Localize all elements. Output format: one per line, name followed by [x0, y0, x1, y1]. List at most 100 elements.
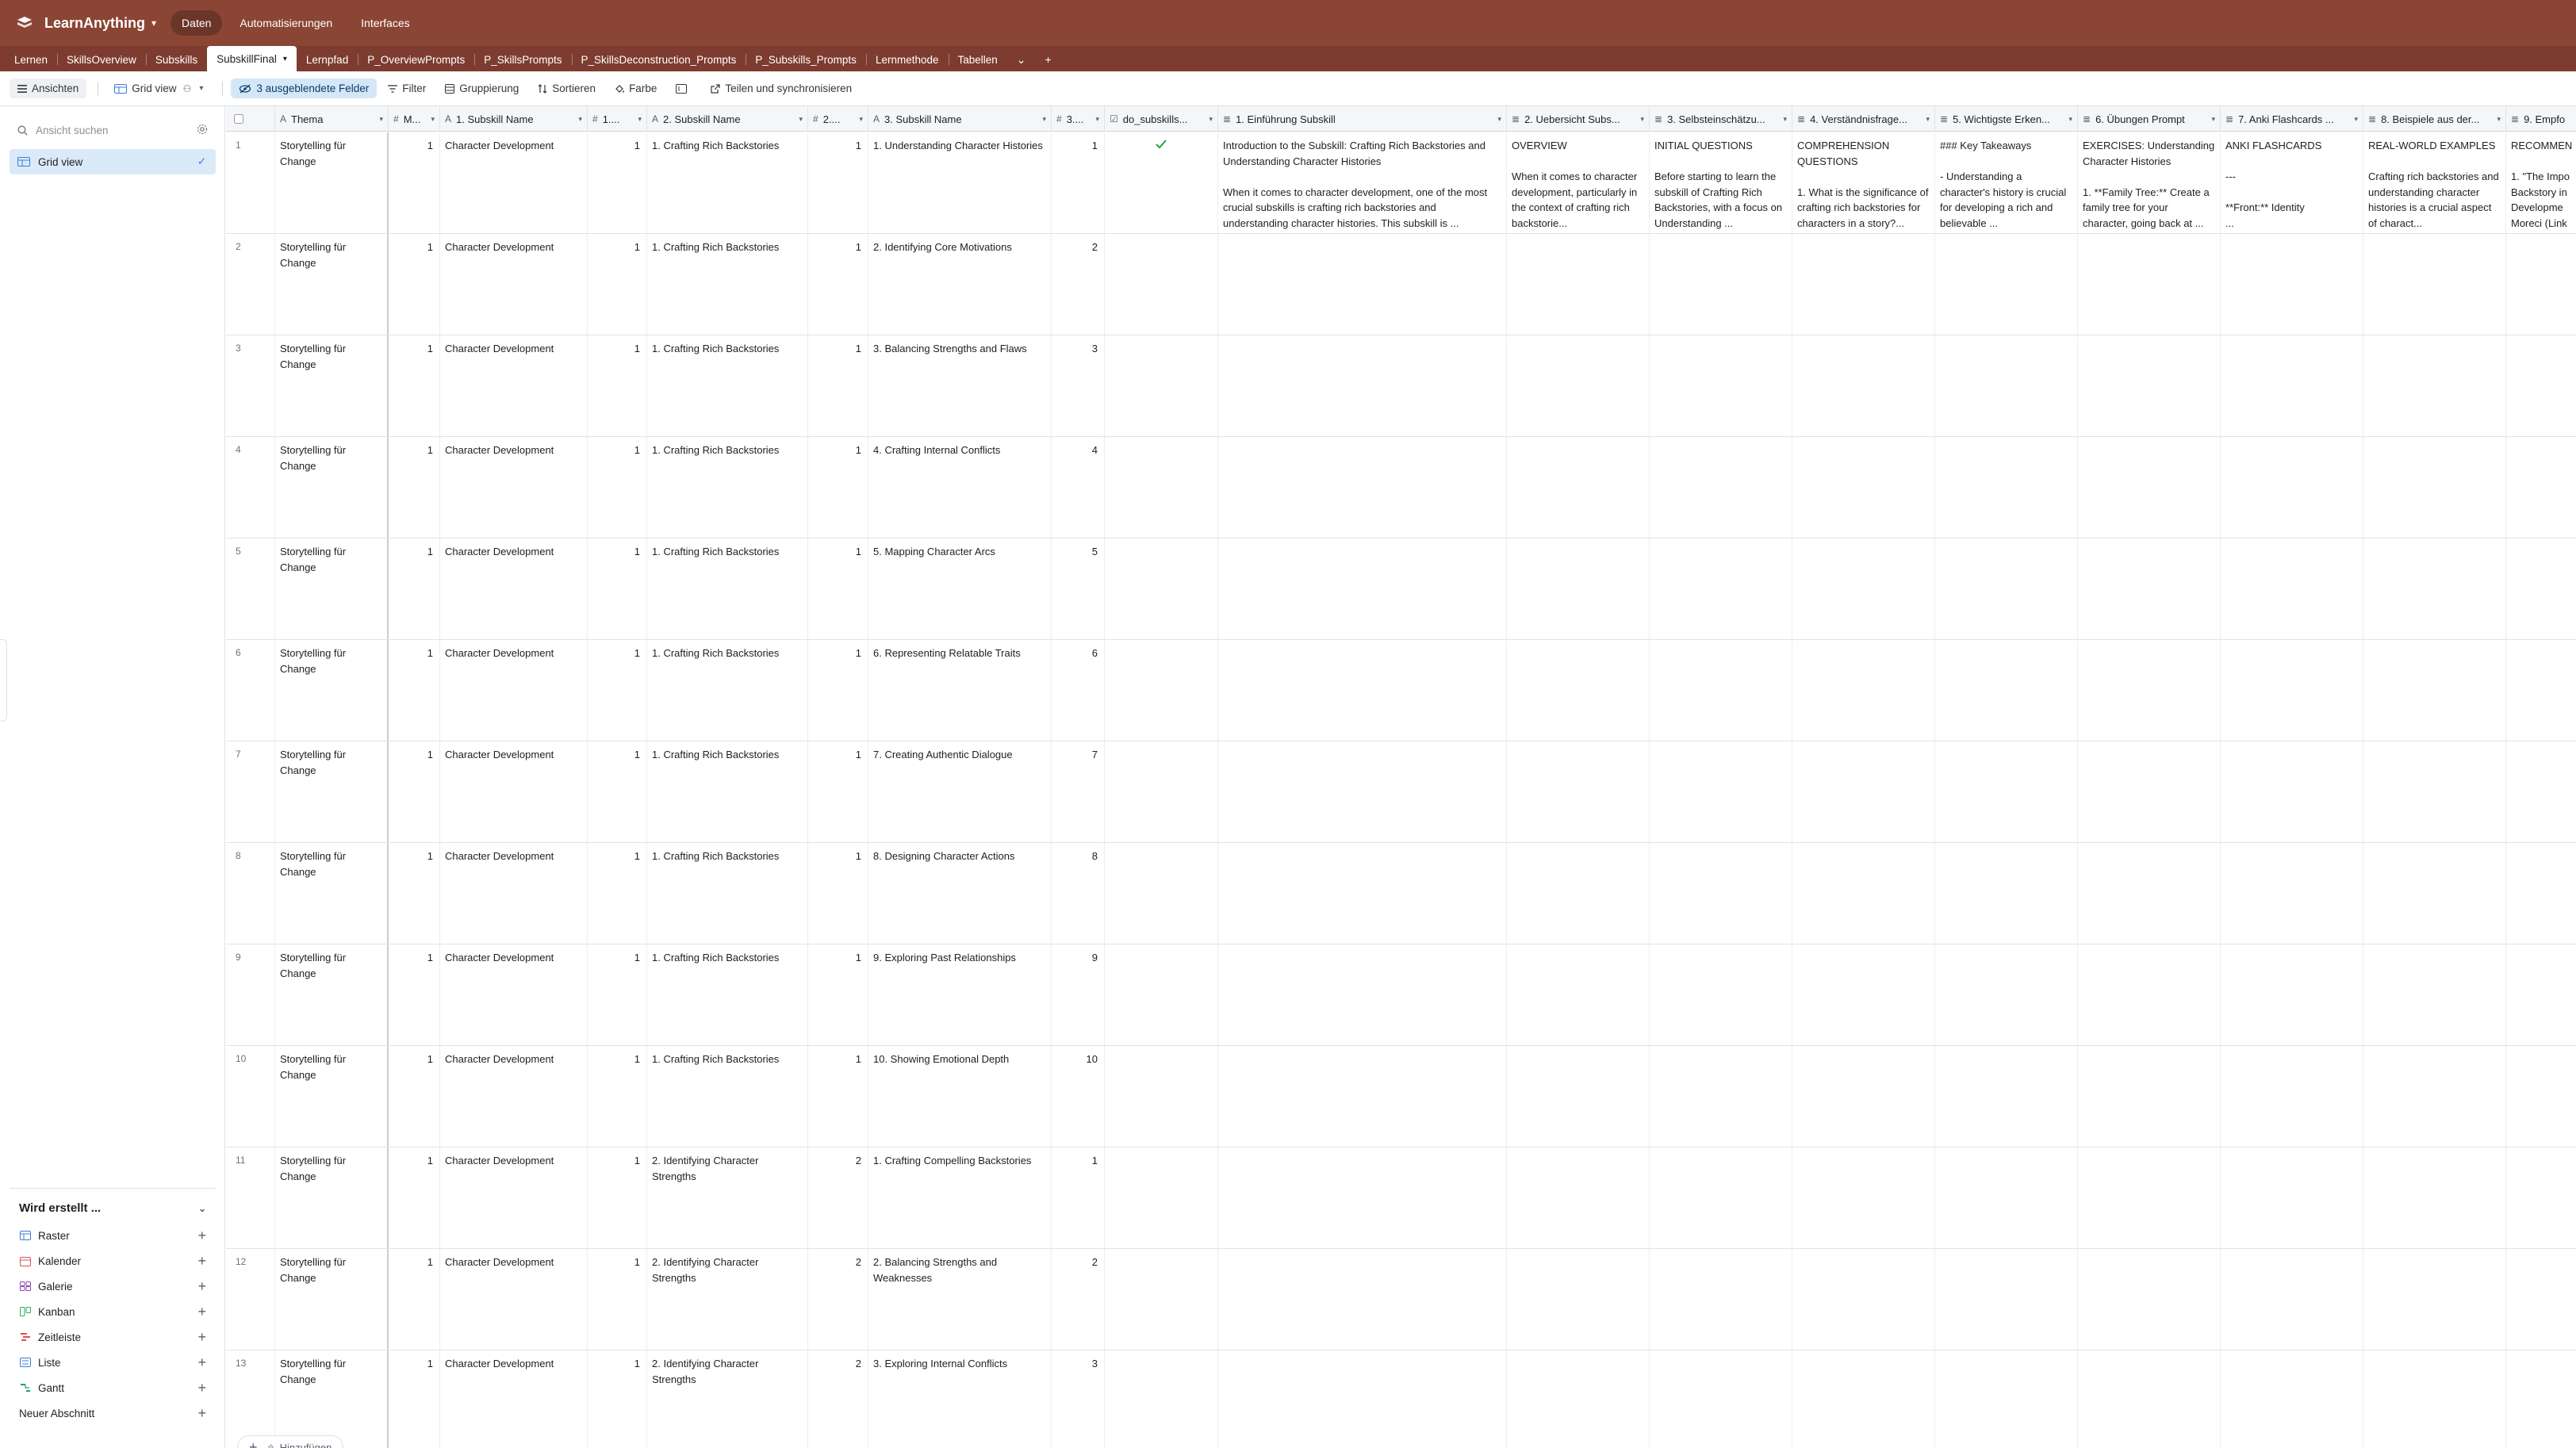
column-header-verstaendnisfragen[interactable]: ≣ 4. Verständnisfrage... ▾: [1792, 106, 1935, 132]
cell-anki[interactable]: [2221, 234, 2363, 335]
table-row[interactable]: 13 Storytelling für Change 1 Character Deve…: [226, 1350, 2576, 1448]
cell-subskill-3-num[interactable]: 2: [1052, 1249, 1105, 1350]
cell-subskill-1[interactable]: Character Development: [440, 437, 588, 538]
chevron-down-icon[interactable]: ▾: [799, 115, 803, 124]
cell-verstaendnisfragen[interactable]: [1792, 1249, 1935, 1350]
table-row[interactable]: 5 Storytelling für Change 1 Character Devel…: [226, 538, 2576, 640]
cell-uebungen[interactable]: [2078, 741, 2221, 842]
cell-subskill-2[interactable]: 1. Crafting Rich Backstories: [647, 944, 808, 1045]
cell-erkenntnisse[interactable]: [1935, 437, 2078, 538]
share-sync-button[interactable]: Teilen und synchronisieren: [703, 79, 860, 98]
app-name[interactable]: LearnAnything: [44, 15, 145, 32]
create-view-gallery[interactable]: Galerie +: [10, 1274, 216, 1299]
cell-subskill-3[interactable]: 5. Mapping Character Arcs: [868, 538, 1052, 639]
cell-subskill-1[interactable]: Character Development: [440, 335, 588, 436]
cell-subskill-2-num[interactable]: 1: [808, 132, 868, 233]
create-view-grid[interactable]: Raster +: [10, 1223, 216, 1248]
table-tab[interactable]: P_OverviewPrompts: [358, 48, 474, 71]
cell-anki[interactable]: [2221, 1249, 2363, 1350]
cell-uebungen[interactable]: [2078, 234, 2221, 335]
column-header-selbsteinschaetzung[interactable]: ≣ 3. Selbsteinschätzu... ▾: [1650, 106, 1792, 132]
column-header-uebersicht[interactable]: ≣ 2. Uebersicht Subs... ▾: [1507, 106, 1650, 132]
cell-empfehlungen[interactable]: RECOMMEN 1. "The Impo Backstory in Devel…: [2506, 132, 2576, 233]
cell-einfuehrung[interactable]: [1218, 640, 1507, 741]
view-search-input[interactable]: [36, 124, 171, 136]
cell-beispiele[interactable]: [2363, 1046, 2506, 1147]
cell-subskill-3-num[interactable]: 10: [1052, 1046, 1105, 1147]
hidden-fields-button[interactable]: 3 ausgeblendete Felder: [231, 79, 378, 98]
cell-subskill-2-num[interactable]: 1: [808, 437, 868, 538]
cell-erkenntnisse[interactable]: [1935, 1249, 2078, 1350]
cell-empfehlungen[interactable]: [2506, 640, 2576, 741]
cell-uebungen[interactable]: [2078, 1046, 2221, 1147]
cell-subskill-3-num[interactable]: 2: [1052, 234, 1105, 335]
cell-subskill-2-num[interactable]: 1: [808, 234, 868, 335]
cell-erkenntnisse[interactable]: [1935, 1046, 2078, 1147]
table-tab[interactable]: Lernpfad: [297, 48, 358, 71]
new-section-button[interactable]: Neuer Abschnitt +: [10, 1400, 216, 1426]
cell-subskill-3-num[interactable]: 6: [1052, 640, 1105, 741]
cell-uebungen[interactable]: [2078, 335, 2221, 436]
cell-anki[interactable]: [2221, 335, 2363, 436]
cell-subskill-1[interactable]: Character Development: [440, 132, 588, 233]
chevron-down-icon[interactable]: ▾: [431, 115, 435, 124]
cell-subskill-1-num[interactable]: 1: [588, 437, 647, 538]
cell-empfehlungen[interactable]: [2506, 1249, 2576, 1350]
cell-beispiele[interactable]: [2363, 1249, 2506, 1350]
color-button[interactable]: Farbe: [607, 79, 665, 98]
cell-subskill-3[interactable]: 7. Creating Authentic Dialogue: [868, 741, 1052, 842]
create-view-list[interactable]: Liste +: [10, 1350, 216, 1375]
cell-do-subskills[interactable]: [1105, 1147, 1218, 1248]
chevron-down-icon[interactable]: ▾: [1497, 115, 1501, 124]
cell-subskill-1-num[interactable]: 1: [588, 843, 647, 944]
cell-subskill-2-num[interactable]: 1: [808, 538, 868, 639]
column-header-subskill-3-num[interactable]: #3.... ▾: [1052, 106, 1105, 132]
cell-subskill-2[interactable]: 2. Identifying Character Strengths: [647, 1350, 808, 1448]
cell-einfuehrung[interactable]: [1218, 843, 1507, 944]
cell-empfehlungen[interactable]: [2506, 437, 2576, 538]
cell-selbsteinschaetzung[interactable]: [1650, 741, 1792, 842]
add-icon[interactable]: +: [197, 1329, 206, 1346]
chevron-down-icon[interactable]: ▾: [2497, 115, 2501, 124]
cell-erkenntnisse[interactable]: [1935, 1147, 2078, 1248]
cell-subskill-2-num[interactable]: 1: [808, 1046, 868, 1147]
create-view-gantt[interactable]: Gantt +: [10, 1375, 216, 1400]
cell-einfuehrung[interactable]: [1218, 1249, 1507, 1350]
cell-subskill-2[interactable]: 1. Crafting Rich Backstories: [647, 1046, 808, 1147]
cell-erkenntnisse[interactable]: [1935, 234, 2078, 335]
cell-subskill-3[interactable]: 3. Exploring Internal Conflicts: [868, 1350, 1052, 1448]
cell-do-subskills[interactable]: [1105, 640, 1218, 741]
add-icon[interactable]: +: [197, 1380, 206, 1396]
cell-uebersicht[interactable]: [1507, 1350, 1650, 1448]
cell-empfehlungen[interactable]: [2506, 741, 2576, 842]
create-view-timeline[interactable]: Zeitleiste +: [10, 1324, 216, 1350]
cell-selbsteinschaetzung[interactable]: [1650, 538, 1792, 639]
cell-do-subskills[interactable]: [1105, 234, 1218, 335]
cell-beispiele[interactable]: [2363, 437, 2506, 538]
column-header-anki[interactable]: ≣ 7. Anki Flashcards ... ▾: [2221, 106, 2363, 132]
table-row[interactable]: 1 Storytelling für Change 1 Character Devel…: [226, 132, 2576, 234]
cell-einfuehrung[interactable]: [1218, 437, 1507, 538]
cell-thema[interactable]: Storytelling für Change: [275, 132, 389, 233]
chevron-down-icon[interactable]: ⌄: [198, 1203, 206, 1214]
cell-subskill-2-num[interactable]: 2: [808, 1249, 868, 1350]
cell-uebersicht[interactable]: [1507, 741, 1650, 842]
cell-subskill-3-num[interactable]: 3: [1052, 1350, 1105, 1448]
cell-einfuehrung[interactable]: [1218, 538, 1507, 639]
cell-subskill-3[interactable]: 10. Showing Emotional Depth: [868, 1046, 1052, 1147]
cell-subskill-2-num[interactable]: 1: [808, 843, 868, 944]
cell-subskill-1-num[interactable]: 1: [588, 538, 647, 639]
cell-subskill-3-num[interactable]: 1: [1052, 1147, 1105, 1248]
chevron-down-icon[interactable]: ▾: [1095, 115, 1099, 124]
cell-subskill-2[interactable]: 1. Crafting Rich Backstories: [647, 843, 808, 944]
table-row[interactable]: 2 Storytelling für Change 1 Character Devel…: [226, 234, 2576, 335]
top-tab-data[interactable]: Daten: [171, 10, 223, 36]
cell-erkenntnisse[interactable]: [1935, 538, 2078, 639]
add-icon[interactable]: +: [197, 1253, 206, 1270]
cell-verstaendnisfragen[interactable]: [1792, 538, 1935, 639]
cell-do-subskills[interactable]: [1105, 335, 1218, 436]
chevron-down-icon[interactable]: ▾: [1926, 115, 1930, 124]
cell-thema[interactable]: Storytelling für Change: [275, 538, 389, 639]
more-tables-chevron-icon[interactable]: ⌄: [1007, 48, 1036, 71]
table-tab[interactable]: P_SkillsPrompts: [474, 48, 571, 71]
